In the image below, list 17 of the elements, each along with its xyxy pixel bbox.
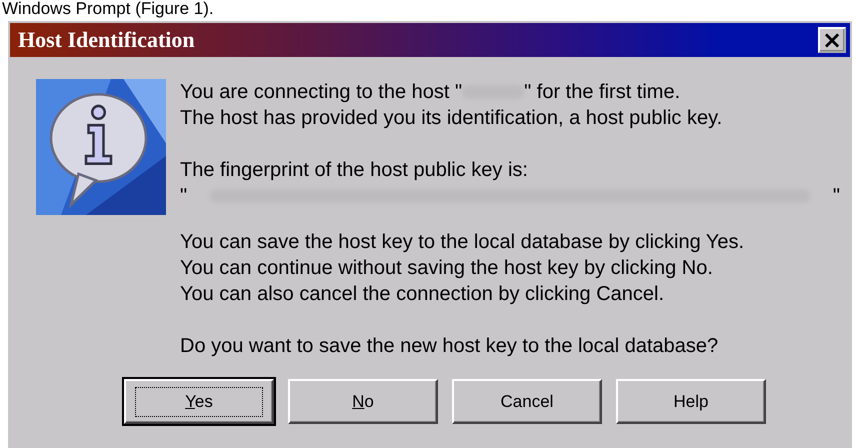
message-text: You are connecting to the host " " for the first time.: [180, 80, 682, 105]
dialog-button[interactable]: Yes: [124, 379, 274, 424]
close-button[interactable]: ×: [818, 27, 846, 53]
quote-mark: ": [180, 184, 188, 209]
fingerprint-label: The fingerprint of the host public key is:: [180, 158, 529, 183]
quote-mark: ": [832, 184, 840, 209]
instruction-text: You can save the host key to the local database by clicking Yes.: [180, 230, 746, 255]
question-text: Do you want to save the new host key to the local database?: [180, 334, 720, 359]
dialog-button[interactable]: Cancel: [452, 379, 602, 424]
caption-text: Windows Prompt (Figure 1).: [1, 0, 214, 18]
dialog-button[interactable]: No: [288, 379, 438, 424]
instruction-text: You can also cancel the connection by clicking Cancel.: [180, 282, 666, 307]
message-text: The host has provided you its identification, a host public key.: [180, 106, 724, 131]
instruction-text: You can continue without saving the host key by clicking No.: [180, 256, 714, 281]
dialog-button[interactable]: Help: [616, 379, 766, 424]
window-title: Host Identification: [18, 27, 195, 53]
info-balloon-icon: [36, 79, 166, 215]
